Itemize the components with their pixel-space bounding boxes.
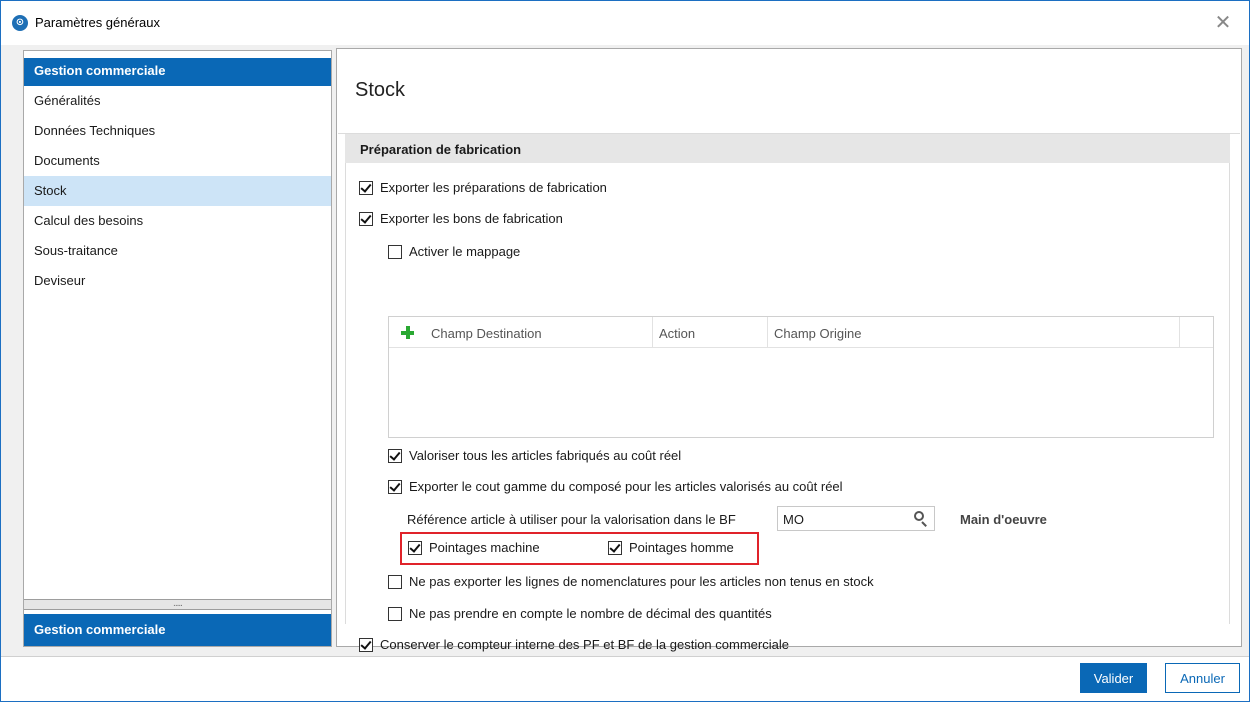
sidebar-item-deviseur[interactable]: Deviseur	[24, 266, 331, 296]
ne-pas-prendre-option[interactable]: Ne pas prendre en compte le nombre de dé…	[388, 606, 772, 621]
export-bons-checkbox[interactable]	[359, 211, 373, 226]
splitter-grip-icon: .....	[173, 598, 183, 609]
sidebar-item-documents[interactable]: Documents	[24, 146, 331, 176]
exporter-cout-checkbox[interactable]	[388, 479, 402, 494]
add-row-button[interactable]	[389, 317, 425, 348]
page-title: Stock	[355, 79, 406, 101]
pointages-homme-label: Pointages homme	[629, 540, 734, 555]
close-button[interactable]: ✕	[1211, 11, 1235, 35]
ne-pas-prendre-label: Ne pas prendre en compte le nombre de dé…	[409, 606, 772, 621]
activer-mappage-label: Activer le mappage	[409, 244, 521, 259]
sidebar-item-sous-traitance[interactable]: Sous-traitance	[24, 236, 331, 266]
activer-mappage-option[interactable]: Activer le mappage	[388, 244, 520, 259]
sidebar-splitter[interactable]: .....	[24, 598, 331, 610]
pointages-machine-option[interactable]: Pointages machine	[408, 540, 540, 555]
main-panel: Stock Préparation de fabrication Exporte…	[336, 48, 1242, 652]
pointages-machine-checkbox[interactable]	[408, 540, 422, 555]
column-champ-destination[interactable]: Champ Destination	[425, 317, 653, 348]
reference-value: MO	[783, 512, 804, 527]
export-preparations-checkbox[interactable]	[359, 180, 373, 195]
dialog-window: ⊙ Paramètres généraux ✕ Gestion commerci…	[0, 0, 1250, 702]
pointages-machine-label: Pointages machine	[429, 540, 540, 555]
exporter-cout-label: Exporter le cout gamme du composé pour l…	[409, 479, 843, 494]
reference-label: Référence article à utiliser pour la val…	[407, 512, 736, 527]
column-champ-origine[interactable]: Champ Origine	[768, 317, 1180, 348]
app-logo-icon: ⊙	[12, 15, 28, 31]
conserver-checkbox[interactable]	[359, 637, 373, 652]
valoriser-label: Valoriser tous les articles fabriqués au…	[409, 448, 682, 463]
ne-pas-prendre-checkbox[interactable]	[388, 606, 402, 621]
ne-pas-exporter-option[interactable]: Ne pas exporter les lignes de nomenclatu…	[388, 574, 874, 589]
valoriser-option[interactable]: Valoriser tous les articles fabriqués au…	[388, 448, 681, 463]
export-preparations-label: Exporter les préparations de fabrication	[380, 180, 607, 195]
exporter-cout-option[interactable]: Exporter le cout gamme du composé pour l…	[388, 479, 843, 494]
column-action[interactable]: Action	[653, 317, 768, 348]
export-bons-option[interactable]: Exporter les bons de fabrication	[359, 211, 563, 226]
sidebar-footer-module[interactable]: Gestion commerciale	[24, 614, 331, 646]
mapping-grid: Champ Destination Action Champ Origine	[388, 316, 1214, 438]
cancel-button[interactable]: Annuler	[1165, 663, 1240, 693]
sidebar-item-stock[interactable]: Stock	[24, 176, 331, 206]
window-title: Paramètres généraux	[35, 15, 161, 30]
reference-description: Main d'oeuvre	[960, 512, 1047, 527]
plus-icon	[401, 326, 414, 339]
conserver-label: Conserver le compteur interne des PF et …	[380, 637, 789, 652]
sidebar-item-generalites[interactable]: Généralités	[24, 86, 331, 116]
pointages-homme-option[interactable]: Pointages homme	[608, 540, 734, 555]
activer-mappage-checkbox[interactable]	[388, 244, 402, 259]
ne-pas-exporter-checkbox[interactable]	[388, 574, 402, 589]
ne-pas-exporter-label: Ne pas exporter les lignes de nomenclatu…	[409, 574, 874, 589]
pointages-homme-checkbox[interactable]	[608, 540, 622, 555]
reference-input[interactable]: MO	[777, 506, 935, 531]
sidebar: Gestion commerciale Généralités Données …	[23, 50, 332, 647]
export-bons-label: Exporter les bons de fabrication	[380, 211, 563, 226]
valoriser-checkbox[interactable]	[388, 448, 402, 463]
search-icon[interactable]	[914, 511, 928, 527]
sidebar-list: Généralités Données Techniques Documents…	[24, 86, 331, 296]
sidebar-item-donnees-techniques[interactable]: Données Techniques	[24, 116, 331, 146]
mapping-grid-header: Champ Destination Action Champ Origine	[389, 317, 1213, 348]
export-preparations-option[interactable]: Exporter les préparations de fabrication	[359, 180, 607, 195]
sidebar-header[interactable]: Gestion commerciale	[24, 58, 331, 86]
title-bar: ⊙ Paramètres généraux ✕	[1, 1, 1249, 45]
section-header: Préparation de fabrication	[345, 134, 1230, 163]
conserver-option[interactable]: Conserver le compteur interne des PF et …	[359, 637, 789, 652]
validate-button[interactable]: Valider	[1080, 663, 1147, 693]
sidebar-item-calcul-besoins[interactable]: Calcul des besoins	[24, 206, 331, 236]
settings-panel: Préparation de fabrication Exporter les …	[342, 134, 1230, 652]
dialog-footer: Valider Annuler	[1, 656, 1249, 701]
